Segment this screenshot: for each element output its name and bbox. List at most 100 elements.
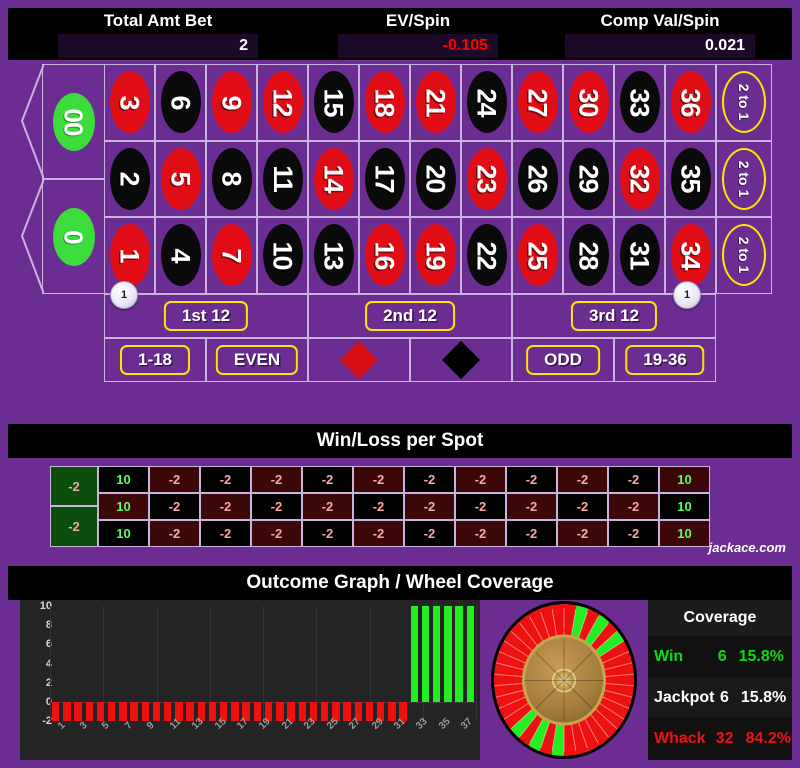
bet-cell-29[interactable]: 29 xyxy=(563,140,614,218)
bet-cell-36[interactable]: 36 xyxy=(665,64,716,141)
coverage-row-win: Win 6 15.8% xyxy=(648,636,792,677)
bet-cell-21[interactable]: 21 xyxy=(410,64,461,141)
winloss-value: -2 xyxy=(219,526,232,541)
zero-oval-00: 00 xyxy=(52,92,95,151)
number-oval: 29 xyxy=(568,147,609,210)
bet-cell-4[interactable]: 4 xyxy=(155,217,206,294)
hub-spoke xyxy=(563,680,564,720)
number-oval: 24 xyxy=(466,71,507,134)
bet-cell-3[interactable]: 3 xyxy=(104,64,155,141)
bet-chip[interactable]: 1 xyxy=(673,281,701,309)
chart-bar xyxy=(231,701,239,721)
coverage-percent: 15.8% xyxy=(738,647,784,665)
stat-value: -0.105 xyxy=(442,37,488,54)
winloss-cell: -2 xyxy=(557,520,608,547)
winloss-value: -2 xyxy=(423,499,436,514)
chart-bar xyxy=(96,701,105,721)
winloss-value: -2 xyxy=(321,499,334,514)
winloss-value: -2 xyxy=(576,526,589,541)
bet-cell-00[interactable]: 00 xyxy=(42,64,104,179)
number-oval: 5 xyxy=(160,147,201,210)
outside-bet-odd[interactable]: ODD xyxy=(512,338,614,382)
bet-cell-18[interactable]: 18 xyxy=(359,64,410,141)
number-label: 5 xyxy=(166,171,196,186)
bet-cell-20[interactable]: 20 xyxy=(410,140,461,218)
winloss-value: 10 xyxy=(116,499,131,514)
winloss-value: -2 xyxy=(219,472,232,487)
bet-cell-7[interactable]: 7 xyxy=(206,217,257,294)
number-oval: 7 xyxy=(211,224,252,287)
bet-cell-15[interactable]: 15 xyxy=(308,64,359,141)
bet-cell-17[interactable]: 17 xyxy=(359,140,410,218)
outcome-bar-chart: 10 8 6 4 2 0 -2 1 3 5 7 9 11 13 15 17 19 21 23 25 27 29 31 33 3… xyxy=(20,600,480,760)
bet-cell-25[interactable]: 25 xyxy=(512,217,563,294)
number-oval: 9 xyxy=(211,71,252,134)
grid-line xyxy=(476,606,477,721)
bet-cell-35[interactable]: 35 xyxy=(665,140,716,218)
bet-cell-28[interactable]: 28 xyxy=(563,217,614,294)
bet-cell-16[interactable]: 16 xyxy=(359,217,410,294)
x-tick-label: 5 xyxy=(100,720,113,732)
outside-bet-black[interactable] xyxy=(410,338,512,382)
bet-cell-13[interactable]: 13 xyxy=(308,217,359,294)
bet-cell-23[interactable]: 23 xyxy=(461,140,512,218)
number-oval: 28 xyxy=(568,224,609,287)
bet-cell-33[interactable]: 33 xyxy=(614,64,665,141)
column-bet-2[interactable]: 2 to 1 xyxy=(716,140,772,218)
chart-bar xyxy=(85,701,93,721)
stat-value-box: 2 xyxy=(58,34,258,58)
bet-cell-12[interactable]: 12 xyxy=(257,64,308,141)
column-bets: 2 to 1 2 to 1 2 to 1 xyxy=(716,64,772,294)
bet-cell-8[interactable]: 8 xyxy=(206,140,257,218)
bet-cell-32[interactable]: 32 xyxy=(614,140,665,218)
coverage-row-jackpot: Jackpot 6 15.8% xyxy=(648,677,792,718)
winloss-value: -2 xyxy=(627,526,640,541)
winloss-value: -2 xyxy=(474,499,487,514)
coverage-count: 32 xyxy=(715,729,734,747)
bet-cell-24[interactable]: 24 xyxy=(461,64,512,141)
bet-cell-31[interactable]: 31 xyxy=(614,217,665,294)
outside-bet-even[interactable]: EVEN xyxy=(206,338,308,382)
roulette-simulator-page: Total Amt Bet 2 EV/Spin -0.105 Comp Val/… xyxy=(0,0,800,768)
win-loss-grid: -2 -2 10 -2 -2 -2 -2 -2 -2 -2 -2 -2 -2 10 10 -2 -2 -2 -2 -2… xyxy=(50,466,710,547)
coverage-row-whack: Whack 32 84.2% xyxy=(648,718,792,759)
bet-cell-22[interactable]: 22 xyxy=(461,217,512,294)
winloss-value: 10 xyxy=(677,472,692,487)
chart-bar xyxy=(298,701,306,721)
winloss-cell: -2 xyxy=(302,520,353,547)
bet-cell-9[interactable]: 9 xyxy=(206,64,257,141)
bet-cell-19[interactable]: 19 xyxy=(410,217,461,294)
bet-cell-14[interactable]: 14 xyxy=(308,140,359,218)
dozen-bets-row: 1st 12 2nd 12 3rd 12 xyxy=(104,294,716,338)
bet-cell-11[interactable]: 11 xyxy=(257,140,308,218)
coverage-title: Coverage xyxy=(648,600,792,636)
winloss-cell: -2 xyxy=(149,466,200,493)
bet-cell-10[interactable]: 10 xyxy=(257,217,308,294)
chart-bar xyxy=(343,701,351,721)
outside-bet-red[interactable] xyxy=(308,338,410,382)
number-label: 31 xyxy=(624,241,655,270)
bet-chip[interactable]: 1 xyxy=(110,281,138,309)
bet-cell-30[interactable]: 30 xyxy=(563,64,614,141)
bet-cell-6[interactable]: 6 xyxy=(155,64,206,141)
wheel-coverage-graphic xyxy=(486,600,641,760)
grid-line xyxy=(263,606,264,721)
winloss-cell: -2 xyxy=(302,466,353,493)
bet-cell-2[interactable]: 2 xyxy=(104,140,155,218)
column-bet-1[interactable]: 2 to 1 xyxy=(716,64,772,141)
number-oval: 26 xyxy=(517,147,558,210)
bet-cell-5[interactable]: 5 xyxy=(155,140,206,218)
bet-cell-27[interactable]: 27 xyxy=(512,64,563,141)
number-label: 11 xyxy=(267,165,298,193)
dozen-bet-2[interactable]: 2nd 12 xyxy=(308,294,512,338)
chart-bar xyxy=(164,701,172,721)
number-label: 29 xyxy=(573,164,604,193)
number-label: 10 xyxy=(267,241,298,270)
column-bet-3[interactable]: 2 to 1 xyxy=(716,217,772,294)
chart-bar xyxy=(186,701,194,721)
bet-cell-26[interactable]: 26 xyxy=(512,140,563,218)
bet-cell-0[interactable]: 0 xyxy=(42,179,104,294)
outside-bet-1-18[interactable]: 1-18 xyxy=(104,338,206,382)
win-loss-title: Win/Loss per Spot xyxy=(8,424,792,458)
outside-bet-19-36[interactable]: 19-36 xyxy=(614,338,716,382)
